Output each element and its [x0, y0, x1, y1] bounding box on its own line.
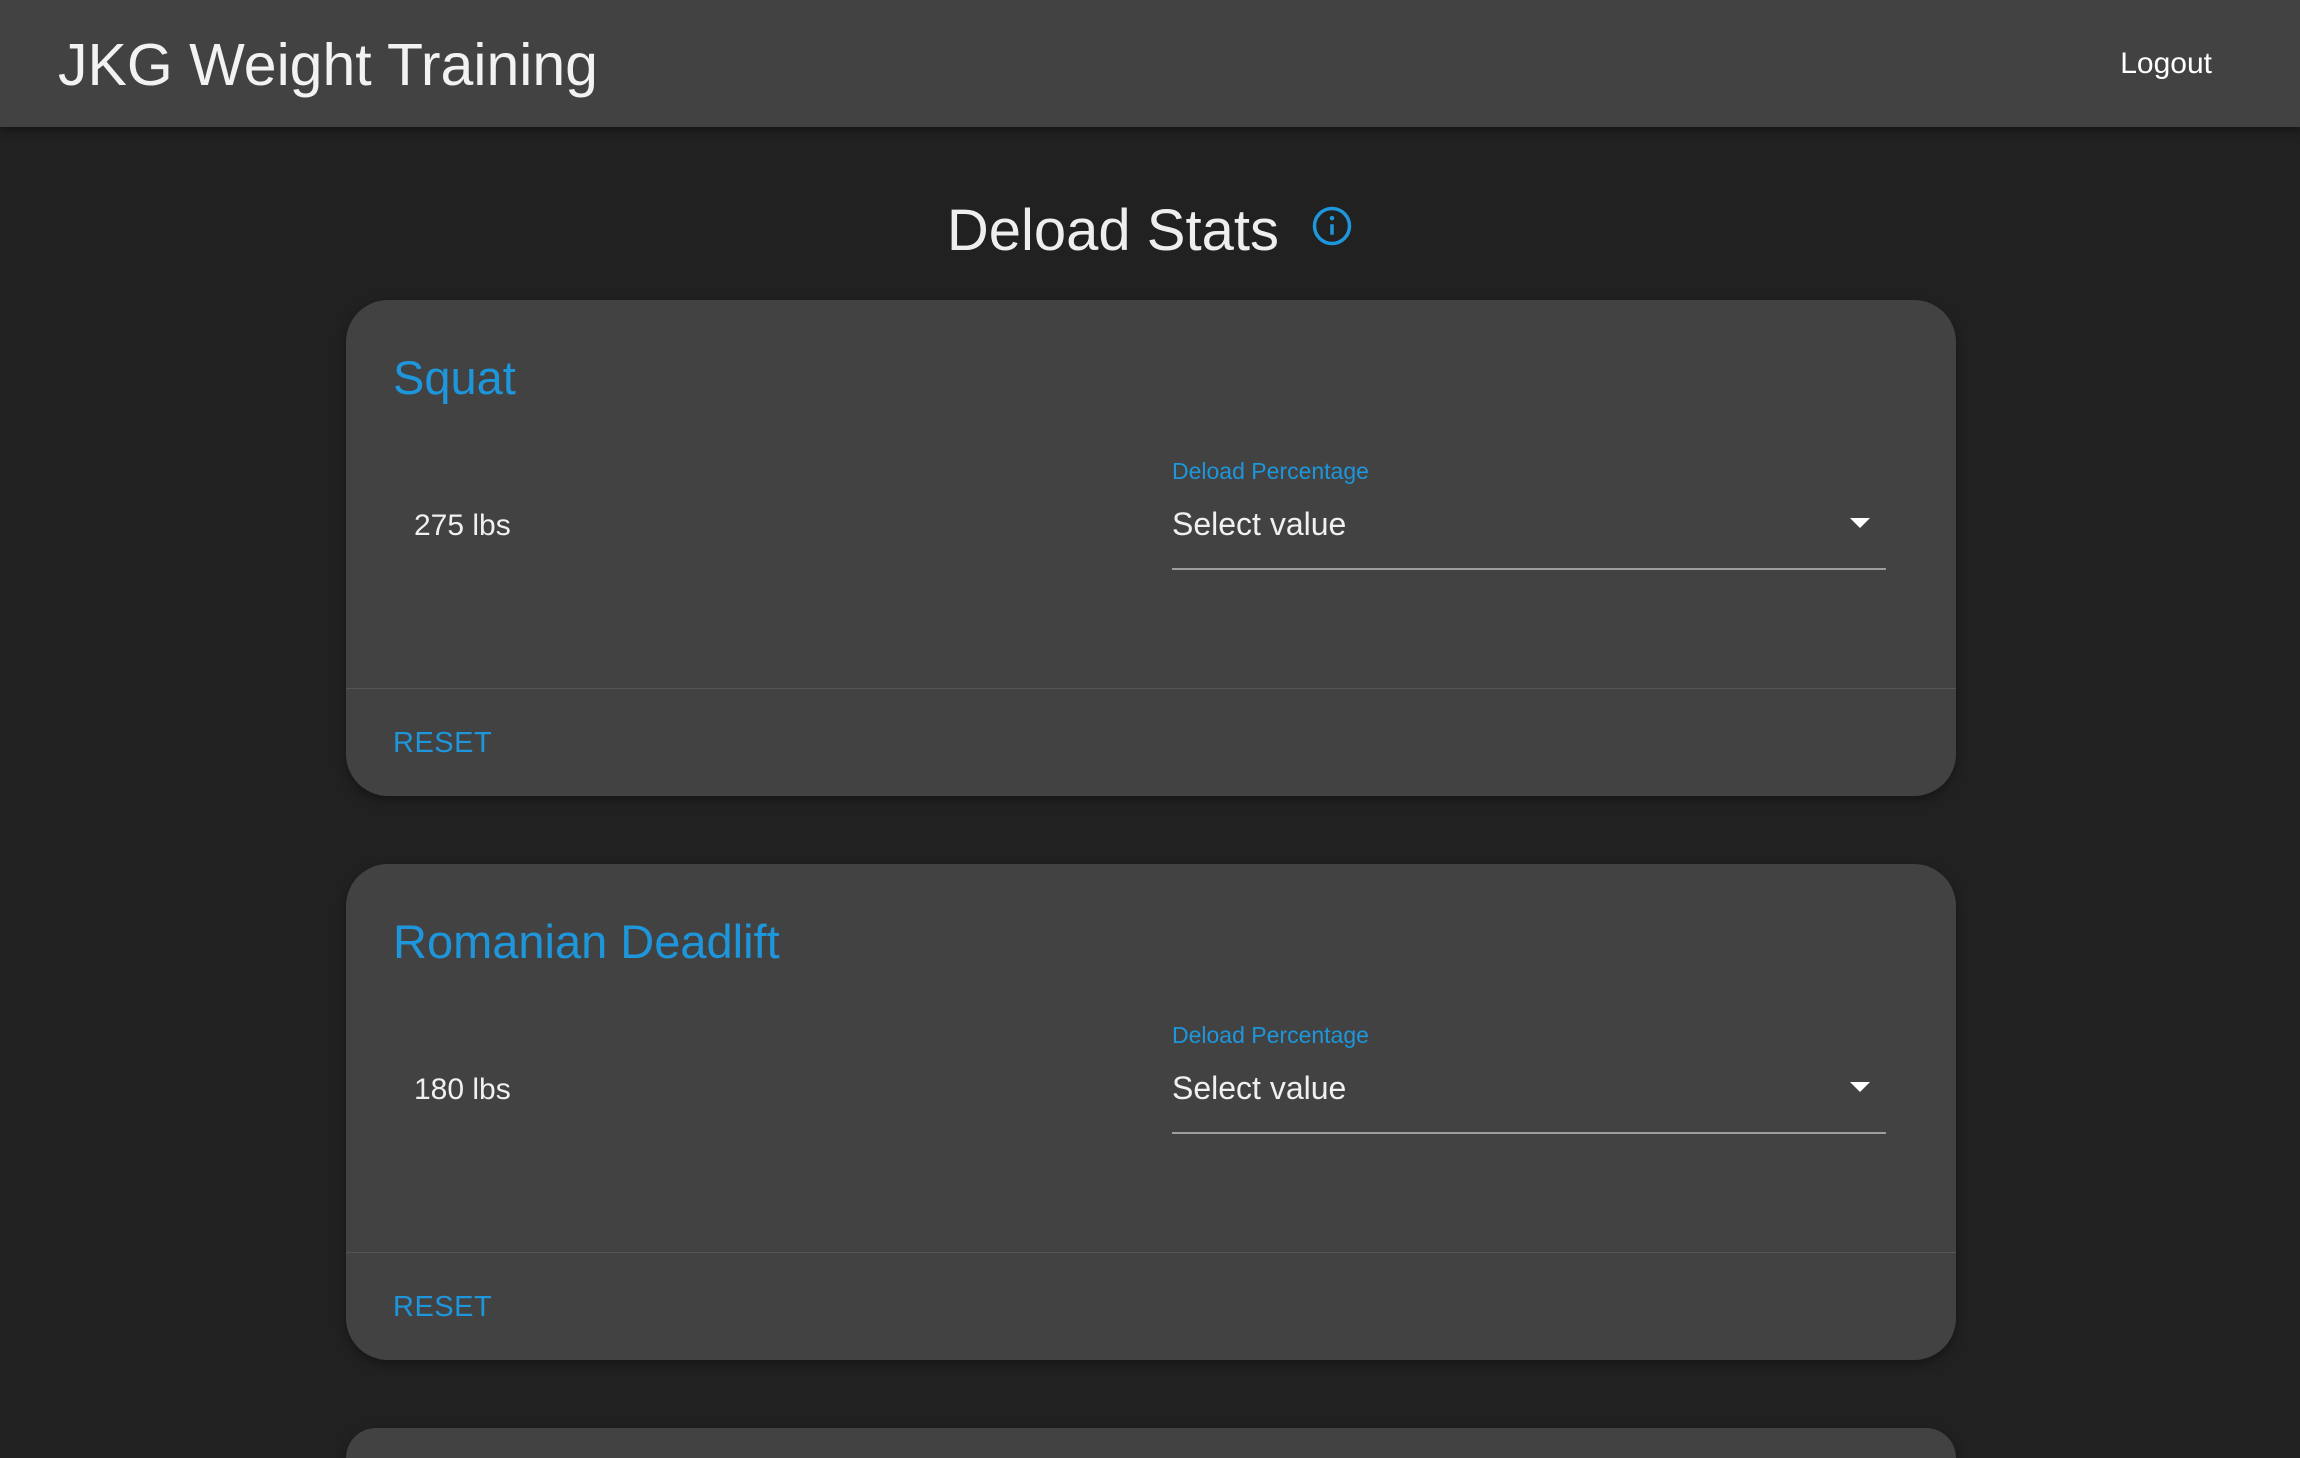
- field-underline: [1172, 1132, 1886, 1134]
- deload-percentage-label: Deload Percentage: [1172, 1022, 1369, 1048]
- info-icon[interactable]: [1311, 205, 1353, 247]
- exercise-weight: 180 lbs: [414, 1073, 511, 1106]
- deload-percentage-select[interactable]: Deload Percentage Select value: [1172, 1020, 1886, 1134]
- exercise-card-squat: Squat 275 lbs Deload Percentage Select v…: [346, 300, 1956, 796]
- card-divider: [346, 688, 1956, 689]
- top-app-bar: JKG Weight Training Logout: [0, 0, 2300, 127]
- reset-button[interactable]: RESET: [393, 1287, 492, 1327]
- field-underline: [1172, 568, 1886, 570]
- card-divider: [346, 1252, 1956, 1253]
- exercise-title: Squat: [393, 351, 516, 404]
- exercise-card-partial: [346, 1428, 1956, 1458]
- dropdown-arrow-icon[interactable]: [1850, 1082, 1870, 1092]
- deload-percentage-label: Deload Percentage: [1172, 458, 1369, 484]
- page-title: Deload Stats: [946, 197, 1279, 263]
- deload-percentage-select[interactable]: Deload Percentage Select value: [1172, 456, 1886, 570]
- page-heading: Deload Stats: [0, 192, 2300, 266]
- deload-percentage-value: Select value: [1172, 1070, 1347, 1106]
- dropdown-arrow-icon[interactable]: [1850, 518, 1870, 528]
- exercise-card-romanian-deadlift: Romanian Deadlift 180 lbs Deload Percent…: [346, 864, 1956, 1360]
- reset-button[interactable]: RESET: [393, 723, 492, 763]
- deload-percentage-value: Select value: [1172, 506, 1347, 542]
- exercise-weight: 275 lbs: [414, 509, 511, 542]
- app-title: JKG Weight Training: [58, 32, 598, 98]
- logout-button[interactable]: Logout: [2120, 44, 2212, 84]
- exercise-title: Romanian Deadlift: [393, 915, 780, 968]
